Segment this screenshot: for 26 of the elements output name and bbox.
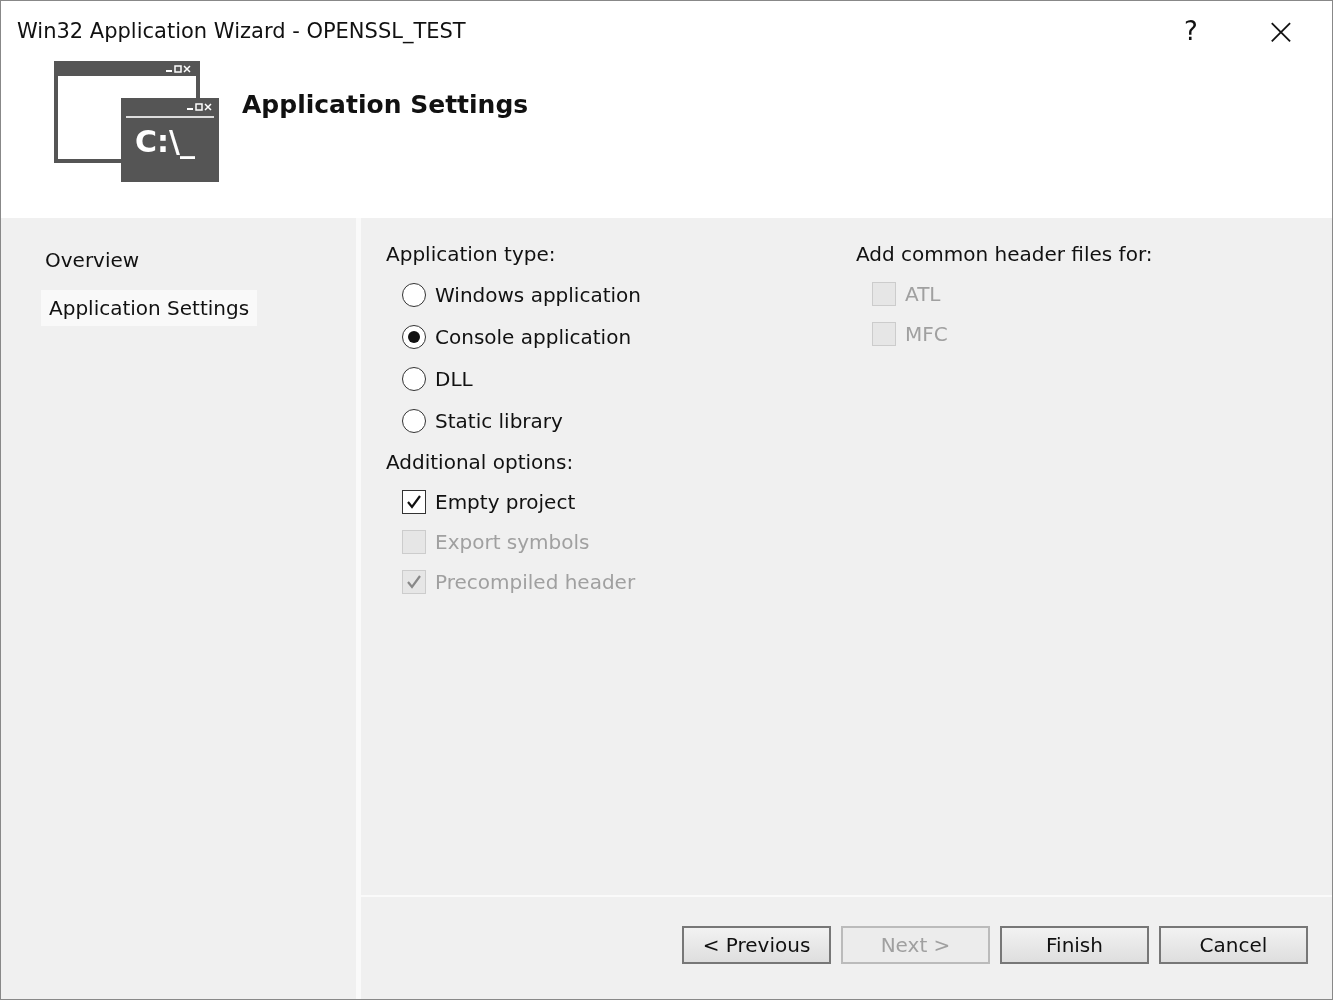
help-button[interactable]: ?: [1146, 6, 1236, 56]
radio-button[interactable]: [402, 283, 426, 307]
page-title: Application Settings: [242, 89, 529, 119]
sidebar-item[interactable]: Overview: [41, 242, 144, 278]
sidebar-item[interactable]: Application Settings: [41, 290, 258, 326]
dialog-button[interactable]: Finish: [1000, 926, 1149, 964]
group-label: Add common header files for:: [856, 242, 1153, 266]
dialog-button[interactable]: < Previous: [682, 926, 831, 964]
option-label: Export symbols: [435, 530, 590, 554]
close-button[interactable]: ×: [1236, 6, 1326, 56]
option-label: Windows application: [435, 283, 641, 307]
option-label: Precompiled header: [435, 570, 636, 594]
option-label: ATL: [905, 282, 941, 306]
radio-button[interactable]: [402, 325, 426, 349]
group-label: Additional options:: [386, 450, 575, 474]
option-label: Console application: [435, 325, 632, 349]
group-label: Application type:: [386, 242, 557, 266]
option-label: Static library: [435, 409, 563, 433]
window-title: Win32 Application Wizard - OPENSSL_TEST: [17, 19, 467, 43]
dialog-button[interactable]: Cancel: [1159, 926, 1308, 964]
radio-button[interactable]: [402, 409, 426, 433]
option-label: DLL: [435, 367, 473, 391]
checkbox[interactable]: [402, 490, 426, 514]
option-label: MFC: [905, 322, 948, 346]
option-label: Empty project: [435, 490, 576, 514]
radio-button[interactable]: [402, 367, 426, 391]
